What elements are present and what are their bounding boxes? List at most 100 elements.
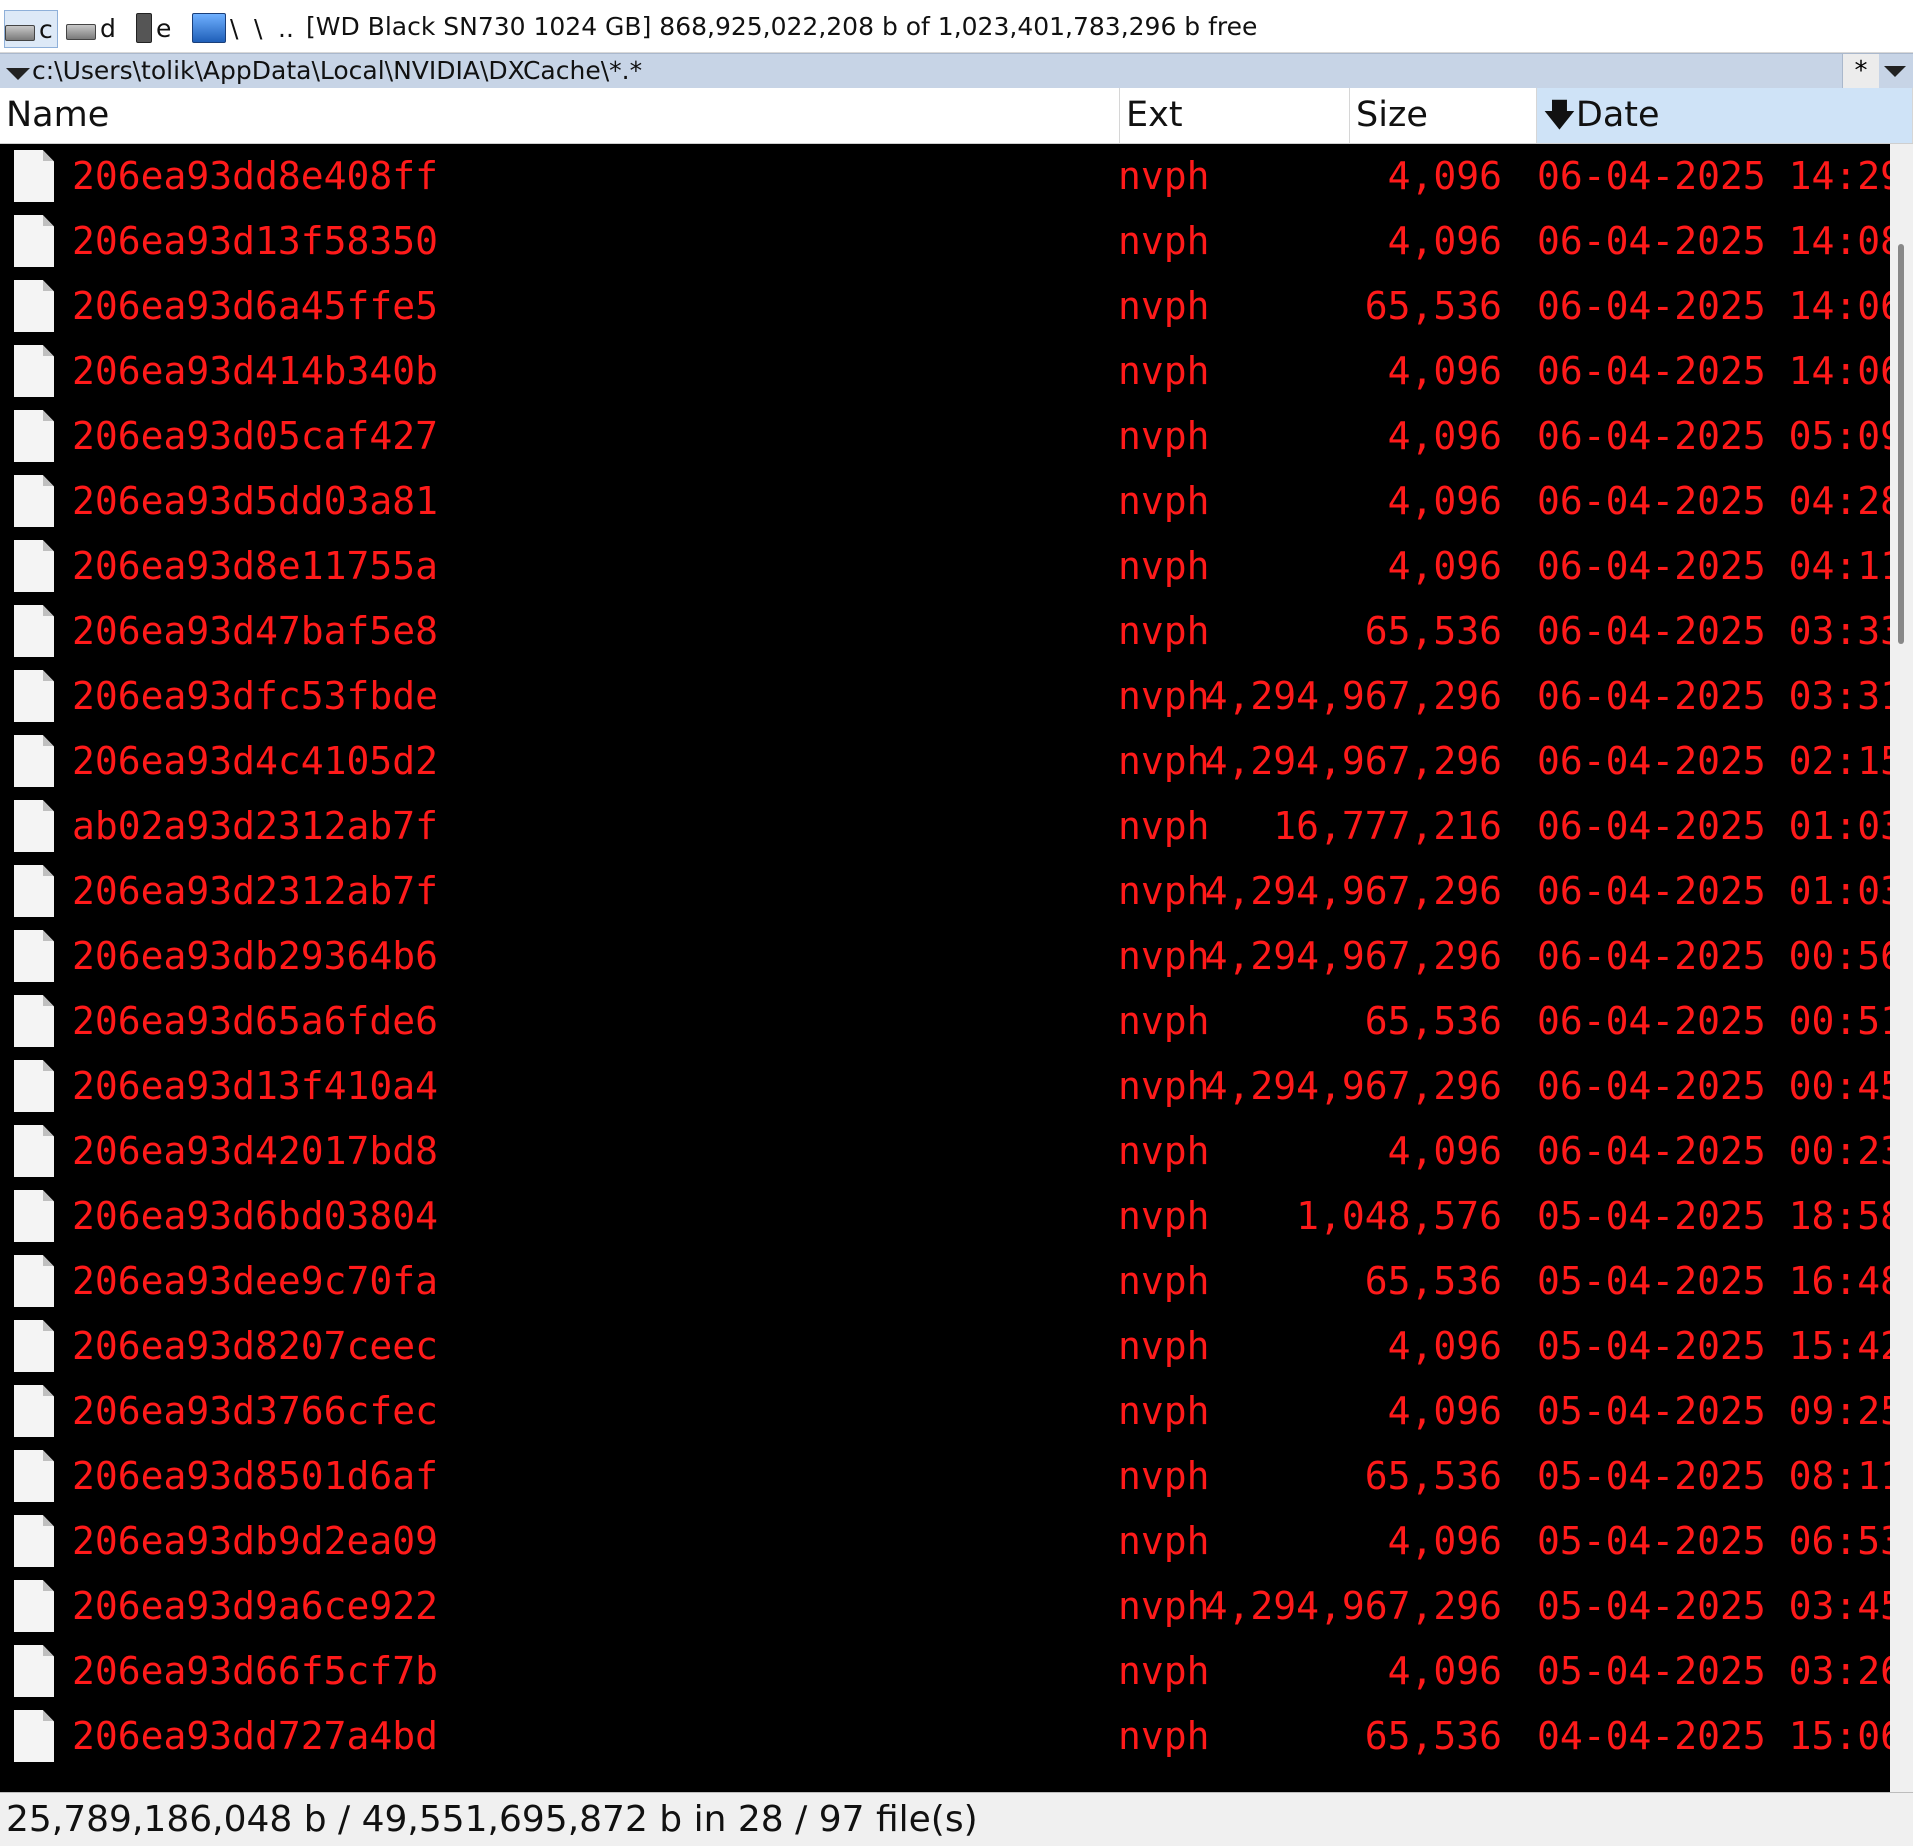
file-row[interactable]: 206ea93d42017bd8 nvph 4,096 06-04-2025 00:2…	[0, 1119, 1890, 1184]
file-size: 4,294,967,296	[1204, 1064, 1502, 1108]
file-row[interactable]: 206ea93d8e11755a nvph 4,096 06-04-2025 04:1…	[0, 534, 1890, 599]
file-row[interactable]: 206ea93db29364b6 nvph 4,294,967,296 06-04-2…	[0, 924, 1890, 989]
column-date-header[interactable]: 🡇Date	[1537, 88, 1913, 143]
file-row[interactable]: 206ea93d8501d6af nvph 65,536 05-04-2025 08:…	[0, 1444, 1890, 1509]
column-size-header[interactable]: Size	[1350, 88, 1537, 143]
drive-bar: c d e \ \ .. [WD Black SN730 1024 GB] 86…	[0, 0, 1913, 53]
scrollbar-thumb[interactable]	[1898, 244, 1904, 644]
file-name: 206ea93d3766cfec	[72, 1389, 439, 1433]
file-list[interactable]: 206ea93dd8e408ff nvph 4,096 06-04-2025 14:2…	[0, 144, 1890, 1792]
file-size: 1,048,576	[1296, 1194, 1502, 1238]
file-date: 05-04-2025 18:58	[1537, 1194, 1890, 1238]
file-date: 05-04-2025 09:25	[1537, 1389, 1890, 1433]
file-date: 05-04-2025 15:42	[1537, 1324, 1890, 1368]
file-size: 16,777,216	[1273, 804, 1502, 848]
root-dir-button[interactable]: \	[254, 10, 274, 46]
file-name: 206ea93d6a45ffe5	[72, 284, 439, 328]
file-ext: nvph	[1118, 739, 1210, 783]
file-row[interactable]: ab02a93d2312ab7f nvph 16,777,216 06-04-2025…	[0, 794, 1890, 859]
column-name-header[interactable]: Name	[0, 88, 1120, 143]
vertical-scrollbar[interactable]	[1890, 144, 1913, 1792]
file-row[interactable]: 206ea93d6a45ffe5 nvph 65,536 06-04-2025 14:…	[0, 274, 1890, 339]
file-ext: nvph	[1118, 219, 1210, 263]
file-name: 206ea93dd727a4bd	[72, 1714, 439, 1758]
file-icon	[14, 1060, 54, 1112]
drive-letter: \	[254, 13, 263, 43]
column-ext-header[interactable]: Ext	[1120, 88, 1350, 143]
drive-letter: ..	[278, 13, 294, 43]
drive-e-button[interactable]: e	[136, 10, 182, 46]
drive-c-button[interactable]: c	[4, 10, 58, 48]
file-icon	[14, 865, 54, 917]
file-icon	[14, 930, 54, 982]
history-dropdown-icon[interactable]	[6, 68, 30, 80]
network-drive-button[interactable]: \	[192, 10, 244, 46]
column-ext-label: Ext	[1126, 95, 1183, 135]
file-size: 4,096	[1387, 154, 1502, 198]
file-icon	[14, 280, 54, 332]
file-name: 206ea93d42017bd8	[72, 1129, 439, 1173]
column-date-label: Date	[1575, 95, 1660, 135]
file-row[interactable]: 206ea93d5dd03a81 nvph 4,096 06-04-2025 04:2…	[0, 469, 1890, 534]
file-row[interactable]: 206ea93d2312ab7f nvph 4,294,967,296 06-04-2…	[0, 859, 1890, 924]
file-icon	[14, 1515, 54, 1567]
usb-drive-icon	[136, 13, 152, 43]
file-row[interactable]: 206ea93dfc53fbde nvph 4,294,967,296 06-04-2…	[0, 664, 1890, 729]
file-size: 65,536	[1364, 999, 1502, 1043]
file-size: 65,536	[1364, 1259, 1502, 1303]
file-date: 05-04-2025 08:11	[1537, 1454, 1890, 1498]
favorites-button[interactable]: *	[1842, 54, 1879, 88]
file-row[interactable]: 206ea93d4c4105d2 nvph 4,294,967,296 06-04-2…	[0, 729, 1890, 794]
network-computer-icon	[192, 13, 226, 43]
file-row[interactable]: 206ea93d3766cfec nvph 4,096 05-04-2025 09:2…	[0, 1379, 1890, 1444]
file-date: 05-04-2025 16:48	[1537, 1259, 1890, 1303]
parent-dir-button[interactable]: ..	[278, 10, 302, 46]
file-size: 4,096	[1387, 349, 1502, 393]
file-row[interactable]: 206ea93d65a6fde6 nvph 65,536 06-04-2025 00:…	[0, 989, 1890, 1054]
file-size: 4,096	[1387, 479, 1502, 523]
file-date: 05-04-2025 03:26	[1537, 1649, 1890, 1693]
file-row[interactable]: 206ea93d13f58350 nvph 4,096 06-04-2025 14:0…	[0, 209, 1890, 274]
file-icon	[14, 1710, 54, 1762]
file-row[interactable]: 206ea93dd727a4bd nvph 65,536 04-04-2025 15:…	[0, 1704, 1890, 1769]
path-bar[interactable]: c:\Users\tolik\AppData\Local\NVIDIA\DXCa…	[0, 53, 1913, 89]
file-row[interactable]: 206ea93d13f410a4 nvph 4,294,967,296 06-04-2…	[0, 1054, 1890, 1119]
file-row[interactable]: 206ea93d6bd03804 nvph 1,048,576 05-04-2025 …	[0, 1184, 1890, 1249]
file-row[interactable]: 206ea93d414b340b nvph 4,096 06-04-2025 14:0…	[0, 339, 1890, 404]
file-size: 4,096	[1387, 219, 1502, 263]
file-name: 206ea93d8501d6af	[72, 1454, 439, 1498]
drive-d-button[interactable]: d	[66, 10, 118, 46]
file-date: 06-04-2025 14:29	[1537, 154, 1890, 198]
file-icon	[14, 410, 54, 462]
file-row[interactable]: 206ea93d9a6ce922 nvph 4,294,967,296 05-04-2…	[0, 1574, 1890, 1639]
file-row[interactable]: 206ea93d47baf5e8 nvph 65,536 06-04-2025 03:…	[0, 599, 1890, 664]
file-icon	[14, 735, 54, 787]
file-size: 4,294,967,296	[1204, 869, 1502, 913]
file-date: 06-04-2025 01:03	[1537, 869, 1890, 913]
file-size: 4,294,967,296	[1204, 934, 1502, 978]
file-row[interactable]: 206ea93d05caf427 nvph 4,096 06-04-2025 05:0…	[0, 404, 1890, 469]
file-row[interactable]: 206ea93d8207ceec nvph 4,096 05-04-2025 15:4…	[0, 1314, 1890, 1379]
file-row[interactable]: 206ea93d66f5cf7b nvph 4,096 05-04-2025 03:2…	[0, 1639, 1890, 1704]
file-date: 06-04-2025 00:51	[1537, 999, 1890, 1043]
file-name: 206ea93d5dd03a81	[72, 479, 439, 523]
drive-free-space-info: [WD Black SN730 1024 GB] 868,925,022,208…	[306, 12, 1258, 41]
file-icon	[14, 1450, 54, 1502]
file-row[interactable]: 206ea93dd8e408ff nvph 4,096 06-04-2025 14:2…	[0, 144, 1890, 209]
file-date: 04-04-2025 15:06	[1537, 1714, 1890, 1758]
hard-drive-icon	[66, 24, 96, 40]
file-icon	[14, 800, 54, 852]
file-name: 206ea93dee9c70fa	[72, 1259, 439, 1303]
file-name: 206ea93d13f410a4	[72, 1064, 439, 1108]
file-row[interactable]: 206ea93dee9c70fa nvph 65,536 05-04-2025 16:…	[0, 1249, 1890, 1314]
file-name: 206ea93d414b340b	[72, 349, 439, 393]
file-name: 206ea93d2312ab7f	[72, 869, 439, 913]
file-name: 206ea93db9d2ea09	[72, 1519, 439, 1563]
file-size: 4,096	[1387, 1519, 1502, 1563]
current-path[interactable]: c:\Users\tolik\AppData\Local\NVIDIA\DXCa…	[32, 56, 642, 85]
file-date: 05-04-2025 06:53	[1537, 1519, 1890, 1563]
file-name: 206ea93d66f5cf7b	[72, 1649, 439, 1693]
file-name: 206ea93d65a6fde6	[72, 999, 439, 1043]
file-row[interactable]: 206ea93db9d2ea09 nvph 4,096 05-04-2025 06:5…	[0, 1509, 1890, 1574]
chevron-down-icon[interactable]	[1884, 66, 1906, 77]
